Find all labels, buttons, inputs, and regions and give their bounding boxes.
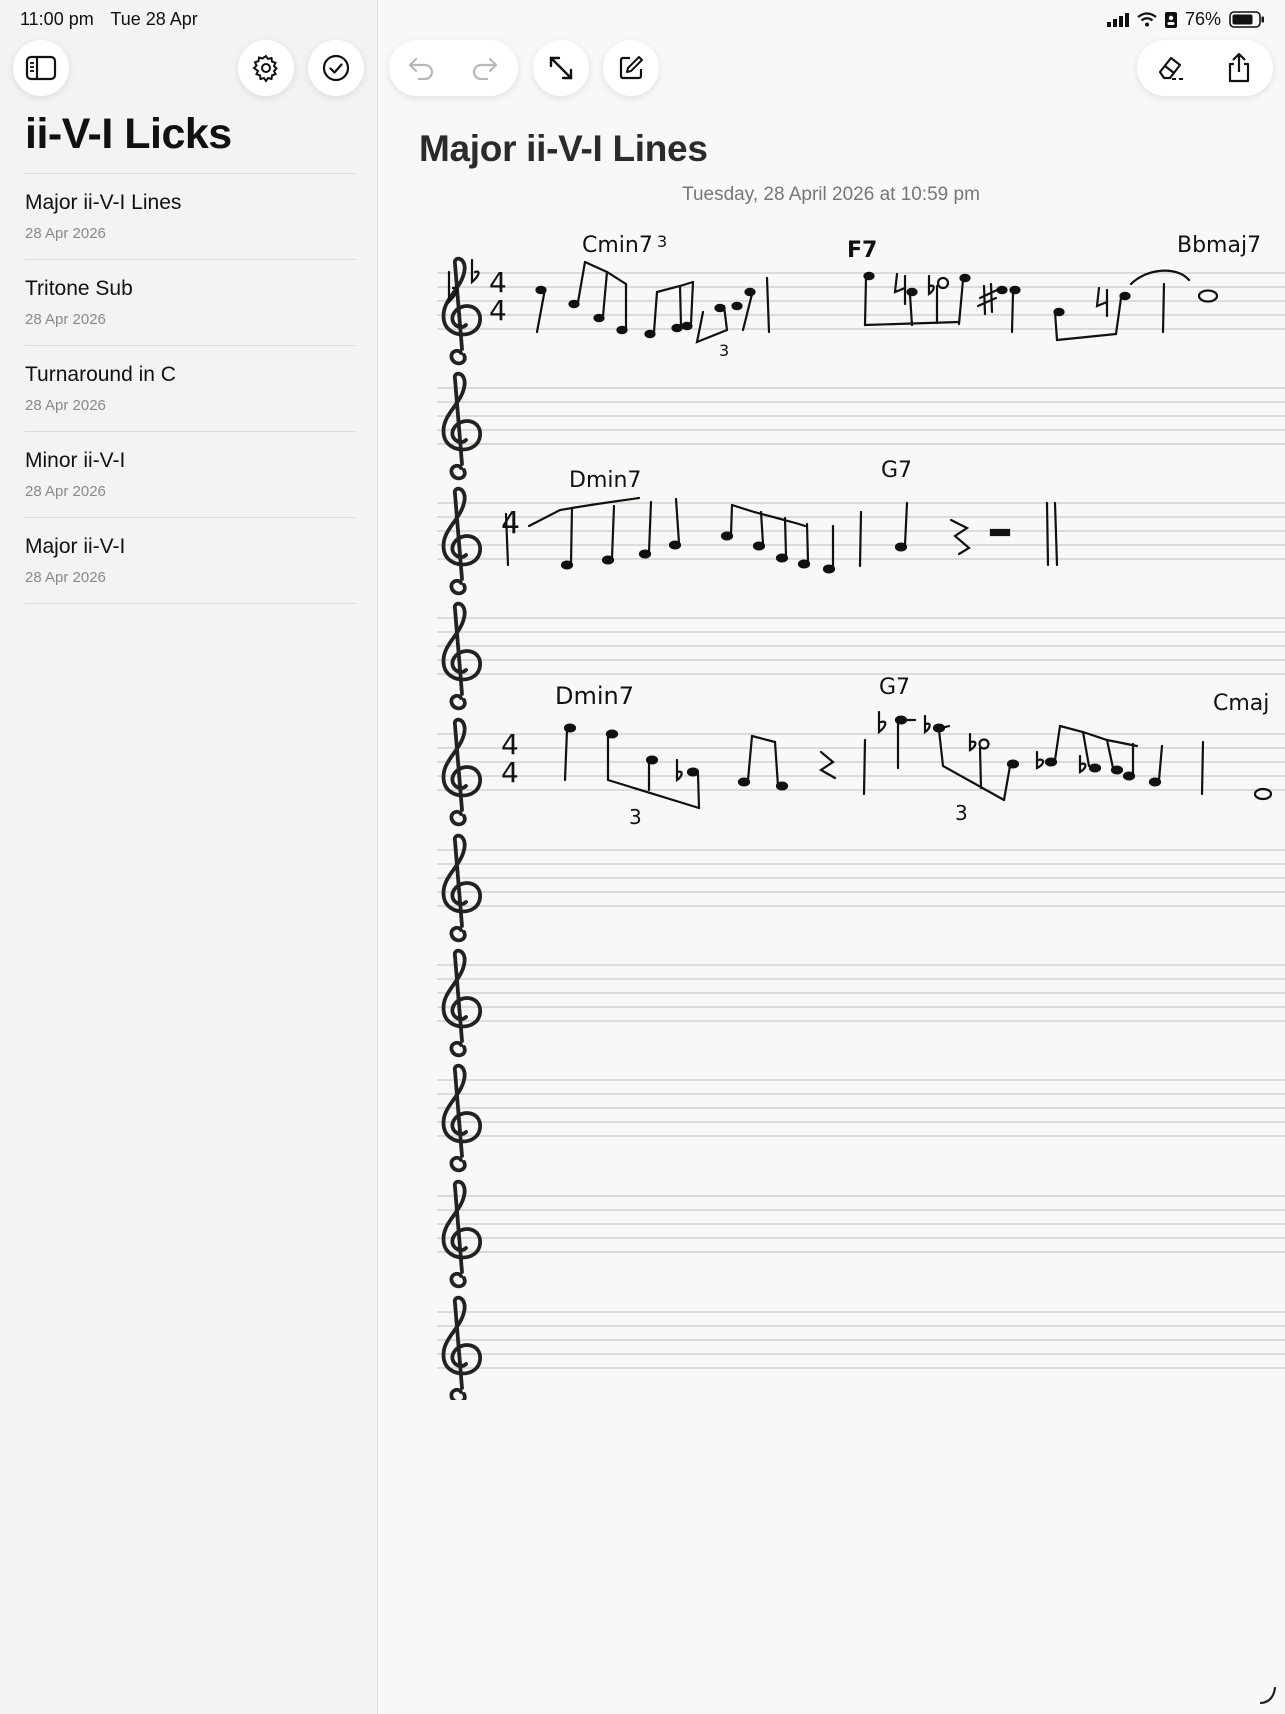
svg-text:3: 3 xyxy=(955,801,968,825)
folder-title: ii-V-I Licks xyxy=(25,110,232,158)
cellular-signal-icon xyxy=(1106,12,1129,27)
notes-list: Major ii-V-I Lines 28 Apr 2026 Tritone S… xyxy=(25,173,356,604)
markup-eraser-button[interactable] xyxy=(1137,54,1205,82)
note-list-item[interactable]: Major ii-V-I Lines 28 Apr 2026 xyxy=(25,174,356,260)
note-list-item[interactable]: Turnaround in C 28 Apr 2026 xyxy=(25,346,356,432)
note-list-item-date: 28 Apr 2026 xyxy=(25,397,106,414)
undo-button[interactable] xyxy=(389,56,453,80)
scroll-corner-indicator xyxy=(1259,1686,1277,1705)
staff-1 xyxy=(436,256,1285,366)
settings-button[interactable] xyxy=(238,40,294,96)
checkmark-circle-icon xyxy=(322,54,350,82)
note-list-item-date: 28 Apr 2026 xyxy=(25,569,106,586)
contact-card-icon xyxy=(1164,11,1177,28)
note-title[interactable]: Major ii-V-I Lines xyxy=(419,128,708,170)
status-indicators: 76% xyxy=(1106,9,1265,30)
staff-2 xyxy=(436,371,1285,481)
sidebar: 11:00 pm Tue 28 Apr ii-V-I Licks Major i… xyxy=(0,0,378,1714)
handwritten-line-3: Dmin7 G7 Cmaj 4 4 3 3 xyxy=(501,675,1273,829)
note-list-item-title: Turnaround in C xyxy=(25,363,176,386)
share-button[interactable] xyxy=(1205,52,1273,84)
note-list-item[interactable]: Major ii-V-I 28 Apr 2026 xyxy=(25,518,356,604)
chord-symbol: G7 xyxy=(879,675,910,700)
undo-redo-group xyxy=(389,40,518,96)
handwritten-line-1: 4 4 Cmin7 3 3 F7 Bbmaj7 xyxy=(447,232,1261,360)
time-signature-bottom: 4 xyxy=(489,294,507,327)
note-list-item-title: Major ii-V-I Lines xyxy=(25,191,182,214)
staff-6 xyxy=(436,833,1285,943)
sidebar-icon xyxy=(25,55,57,81)
chord-symbol: Cmaj xyxy=(1213,691,1269,716)
wifi-icon xyxy=(1137,12,1157,27)
gear-icon xyxy=(252,54,278,83)
select-notes-button[interactable] xyxy=(308,40,364,96)
music-staff-paper[interactable]: 4 4 Cmin7 3 3 F7 Bbmaj7 Dmin7 G7 4 Dmin7… xyxy=(377,220,1285,1400)
redo-button[interactable] xyxy=(453,56,517,80)
staff-8 xyxy=(436,1063,1285,1173)
compose-icon xyxy=(619,56,643,80)
chord-symbol: F7 xyxy=(847,238,877,263)
chord-symbol: Dmin7 xyxy=(569,468,641,493)
staff-10 xyxy=(436,1295,1285,1400)
status-date: Tue 28 Apr xyxy=(110,9,198,29)
note-list-item-date: 28 Apr 2026 xyxy=(25,311,106,328)
triplet-label: 3 xyxy=(657,232,667,251)
note-list-item-title: Major ii-V-I xyxy=(25,535,126,558)
note-list-item-title: Minor ii-V-I xyxy=(25,449,126,472)
battery-percentage: 76% xyxy=(1184,9,1221,29)
note-list-item-title: Tritone Sub xyxy=(25,277,133,300)
chord-symbol: Dmin7 xyxy=(555,682,634,710)
share-icon xyxy=(1228,52,1250,83)
chord-symbol: G7 xyxy=(881,458,912,483)
staff-9 xyxy=(436,1179,1285,1289)
battery-icon xyxy=(1229,11,1264,28)
status-time-date: 11:00 pm Tue 28 Apr xyxy=(20,9,210,30)
note-list-item[interactable]: Tritone Sub 28 Apr 2026 xyxy=(25,260,356,346)
sidebar-toggle-button[interactable] xyxy=(13,40,69,96)
note-list-item-date: 28 Apr 2026 xyxy=(25,225,106,242)
note-actions-group xyxy=(1137,40,1273,96)
time-signature: 4 xyxy=(501,506,520,541)
chord-symbol: Cmin7 xyxy=(582,233,653,258)
fullscreen-button[interactable] xyxy=(533,40,589,96)
chord-symbol: Bbmaj7 xyxy=(1177,233,1261,258)
undo-icon xyxy=(408,57,434,80)
compose-button[interactable] xyxy=(603,40,659,96)
svg-text:3: 3 xyxy=(629,805,642,829)
svg-text:3: 3 xyxy=(719,341,729,360)
staff-5 xyxy=(436,717,1285,827)
expand-icon xyxy=(549,56,573,80)
status-time: 11:00 pm xyxy=(20,9,94,29)
redo-icon xyxy=(472,57,498,80)
note-list-item[interactable]: Minor ii-V-I 28 Apr 2026 xyxy=(25,432,356,518)
handwritten-line-2: Dmin7 G7 4 xyxy=(501,458,1059,574)
note-timestamp: Tuesday, 28 April 2026 at 10:59 pm xyxy=(682,184,980,205)
note-list-item-date: 28 Apr 2026 xyxy=(25,483,106,500)
eraser-icon xyxy=(1158,56,1186,80)
staff-7 xyxy=(436,948,1285,1058)
time-signature-bottom: 4 xyxy=(501,756,519,789)
